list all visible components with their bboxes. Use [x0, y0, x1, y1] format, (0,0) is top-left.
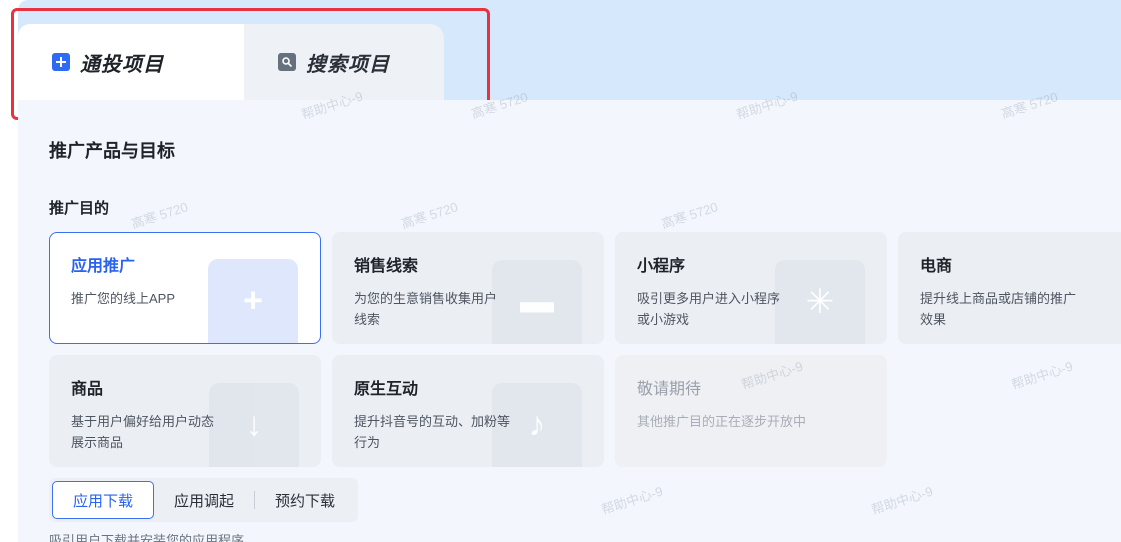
card-desc: 为您的生意销售收集用户线索: [354, 291, 498, 327]
purpose-card-product[interactable]: 商品 基于用户偏好给用户动态展示商品 ↓: [49, 355, 321, 467]
card-title: 敬请期待: [637, 381, 702, 398]
tab-broadcast-project[interactable]: 通投项目: [18, 24, 250, 100]
plus-square-icon: [52, 53, 70, 71]
card-title: 原生互动: [354, 381, 419, 398]
card-desc: 其他推广目的正在逐步开放中: [637, 414, 807, 429]
tab-label: 通投项目: [80, 53, 164, 76]
project-type-tabs: 通投项目 搜索项目: [18, 24, 448, 100]
tab-label: 搜索项目: [306, 53, 390, 76]
card-desc: 提升线上商品或店铺的推广效果: [920, 291, 1077, 327]
card-title: 销售线索: [354, 258, 419, 275]
card-title: 应用推广: [71, 258, 136, 275]
search-square-icon: [278, 53, 296, 71]
app-goal-segmented-control: 应用下载 应用调起 预约下载: [49, 478, 359, 522]
card-desc: 提升抖音号的互动、加粉等行为: [354, 414, 511, 450]
card-desc: 基于用户偏好给用户动态展示商品: [71, 414, 215, 450]
segment-app-launch[interactable]: 应用调起: [154, 481, 254, 519]
card-title: 商品: [71, 381, 104, 398]
purpose-card-app-promotion[interactable]: 应用推广 推广您的线上APP +: [49, 232, 321, 344]
card-desc: 推广您的线上APP: [71, 291, 176, 306]
purpose-card-ecommerce[interactable]: 电商 提升线上商品或店铺的推广效果: [898, 232, 1121, 344]
purpose-card-mini-program[interactable]: 小程序 吸引更多用户进入小程序或小游戏 ✳: [615, 232, 887, 344]
purpose-label: 推广目的: [49, 200, 110, 217]
segment-description: 吸引用户下载并安装您的应用程序: [49, 533, 245, 542]
purpose-card-sales-leads[interactable]: 销售线索 为您的生意销售收集用户线索 ▬: [332, 232, 604, 344]
segment-app-download[interactable]: 应用下载: [52, 481, 155, 519]
card-title: 电商: [920, 258, 953, 275]
card-desc: 吸引更多用户进入小程序或小游戏: [637, 291, 781, 327]
segment-pre-download[interactable]: 预约下载: [255, 481, 355, 519]
section-title: 推广产品与目标: [49, 141, 175, 161]
card-title: 小程序: [637, 258, 686, 275]
purpose-card-coming-soon: 敬请期待 其他推广目的正在逐步开放中: [615, 355, 887, 467]
tab-search-project[interactable]: 搜索项目: [244, 24, 444, 100]
purpose-card-native-interaction[interactable]: 原生互动 提升抖音号的互动、加粉等行为 ♪: [332, 355, 604, 467]
